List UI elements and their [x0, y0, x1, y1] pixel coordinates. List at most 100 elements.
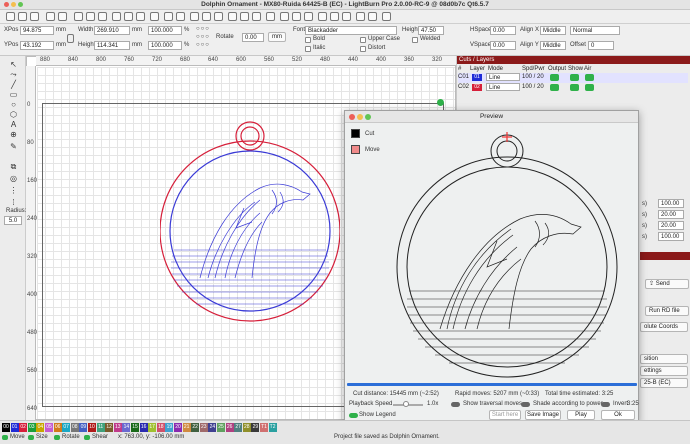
cut-row[interactable]: C02 02 Line 100 / 20	[458, 83, 688, 93]
alignx-select[interactable]: Middle	[540, 26, 566, 35]
group-icon[interactable]	[228, 12, 237, 21]
aligny-select[interactable]: Middle	[540, 41, 566, 50]
polygon-tool-icon[interactable]: ⬡	[9, 110, 18, 119]
palette-swatch[interactable]: 28	[242, 423, 251, 432]
measure-icon[interactable]	[356, 12, 365, 21]
text-height-field[interactable]: 47.50	[418, 26, 444, 35]
rotate-field[interactable]: 0.00	[242, 33, 264, 42]
ypos-field[interactable]: 43.192	[20, 41, 54, 50]
palette-swatch[interactable]: 16	[139, 423, 148, 432]
ungroup-icon[interactable]	[240, 12, 249, 21]
mirror-icon[interactable]	[266, 12, 275, 21]
palette-swatch[interactable]: 06	[53, 423, 62, 432]
output-toggle[interactable]	[550, 84, 559, 91]
shear-toggle[interactable]	[84, 435, 90, 440]
palette-swatch[interactable]: 07	[62, 423, 71, 432]
play-button[interactable]: Play	[567, 410, 595, 420]
palette-swatch[interactable]: 04	[36, 423, 45, 432]
setting-field[interactable]: 20.00	[658, 210, 684, 219]
setting-field[interactable]: 100.00	[658, 232, 684, 241]
preview-render[interactable]	[395, 129, 625, 387]
palette-swatch[interactable]: 05	[45, 423, 53, 432]
upper-case-checkbox[interactable]	[360, 37, 366, 43]
copy-icon[interactable]	[86, 12, 95, 21]
vspace-field[interactable]: 0.00	[490, 41, 516, 50]
zoom-in-icon[interactable]	[112, 12, 121, 21]
radius-field[interactable]: 5.0	[4, 216, 22, 225]
palette-swatch[interactable]: 01	[10, 423, 19, 432]
mode-select[interactable]: Line	[486, 73, 520, 81]
paste-icon[interactable]	[98, 12, 107, 21]
trace-icon[interactable]	[150, 12, 159, 21]
font-select[interactable]: Blackadder	[305, 26, 397, 35]
anchor-grid-middle[interactable]: ○○○	[196, 34, 210, 40]
preview-icon[interactable]	[190, 12, 199, 21]
palette-swatch[interactable]: 14	[122, 423, 131, 432]
palette-swatch[interactable]: 23	[199, 423, 208, 432]
palette-swatch[interactable]: 10	[88, 423, 96, 432]
italic-checkbox[interactable]	[305, 46, 311, 52]
hspace-field[interactable]: 0.00	[490, 26, 516, 35]
offset-field[interactable]: 0	[588, 41, 614, 50]
align-icon[interactable]	[280, 12, 289, 21]
palette-swatch[interactable]: 19	[165, 423, 174, 432]
palette-swatch[interactable]: 09	[79, 423, 88, 432]
palette-swatch[interactable]: 27	[234, 423, 243, 432]
palette-swatch[interactable]: 15	[131, 423, 139, 432]
save-image-button[interactable]: Save Image	[525, 410, 561, 420]
grid-array-icon[interactable]: ⋮	[9, 186, 18, 195]
progress-bar[interactable]	[347, 383, 637, 386]
palette-swatch[interactable]: 18	[156, 423, 165, 432]
palette-swatch[interactable]: 11	[96, 423, 105, 432]
settings-icon[interactable]	[164, 12, 173, 21]
rectangle-tool-icon[interactable]: ▭	[9, 90, 18, 99]
lock-icon[interactable]	[67, 34, 74, 43]
palette-swatch[interactable]: 03	[27, 423, 36, 432]
settings-button[interactable]: ettings	[640, 366, 688, 376]
welded-checkbox[interactable]	[412, 37, 418, 43]
palette-swatch[interactable]: T1	[260, 423, 268, 432]
scale-height-field[interactable]: 100.000	[148, 41, 182, 50]
array-icon[interactable]	[342, 12, 351, 21]
preview-minimize-button[interactable]	[357, 114, 363, 120]
palette-swatch[interactable]: 17	[148, 423, 157, 432]
export-icon[interactable]	[58, 12, 67, 21]
air-toggle[interactable]	[585, 74, 594, 81]
traversal-toggle[interactable]	[451, 402, 460, 407]
machine-settings-icon[interactable]	[202, 12, 211, 21]
xpos-field[interactable]: 94.875	[20, 26, 54, 35]
palette-swatch[interactable]: T2	[268, 423, 277, 432]
height-field[interactable]: 114.341	[94, 41, 130, 50]
bold-checkbox[interactable]	[305, 37, 311, 43]
playback-slider-handle[interactable]	[403, 401, 409, 407]
palette-swatch[interactable]: 08	[70, 423, 79, 432]
mode-select[interactable]: Line	[486, 83, 520, 91]
palette-swatch[interactable]: 12	[105, 423, 114, 432]
palette-swatch[interactable]: 00	[2, 423, 10, 432]
distribute-icon[interactable]	[292, 12, 301, 21]
anchor-grid[interactable]: ○○○	[196, 26, 210, 32]
edit-nodes-icon[interactable]: ⤳	[9, 70, 18, 79]
shade-toggle[interactable]	[521, 402, 530, 407]
zoom-fit-icon[interactable]	[136, 12, 145, 21]
palette-swatch[interactable]: 02	[19, 423, 28, 432]
palette-swatch[interactable]: 13	[113, 423, 122, 432]
palette-swatch[interactable]: 20	[174, 423, 182, 432]
preview-close-button[interactable]	[349, 114, 355, 120]
offset-icon[interactable]	[318, 12, 327, 21]
zoom-out-icon[interactable]	[124, 12, 133, 21]
ok-button[interactable]: Ok	[601, 410, 635, 420]
setting-field[interactable]: 20.00	[658, 221, 684, 230]
dotted-grid-icon[interactable]: ⁞	[9, 198, 18, 207]
start-here-button[interactable]: Start here	[489, 410, 521, 420]
run-rd-file-button[interactable]: Run RD file	[645, 306, 689, 316]
copy-along-path-icon[interactable]: ⧉	[9, 162, 18, 171]
weld-icon[interactable]	[330, 12, 339, 21]
camera-icon[interactable]	[176, 12, 185, 21]
select-tool-icon[interactable]: ↖	[9, 60, 18, 69]
palette-swatch[interactable]: 25	[217, 423, 225, 432]
show-legend-toggle[interactable]	[349, 413, 358, 418]
normal-select[interactable]: Normal	[570, 26, 620, 35]
ellipse-tool-icon[interactable]: ○	[9, 100, 18, 109]
palette-swatch[interactable]: 22	[191, 423, 200, 432]
